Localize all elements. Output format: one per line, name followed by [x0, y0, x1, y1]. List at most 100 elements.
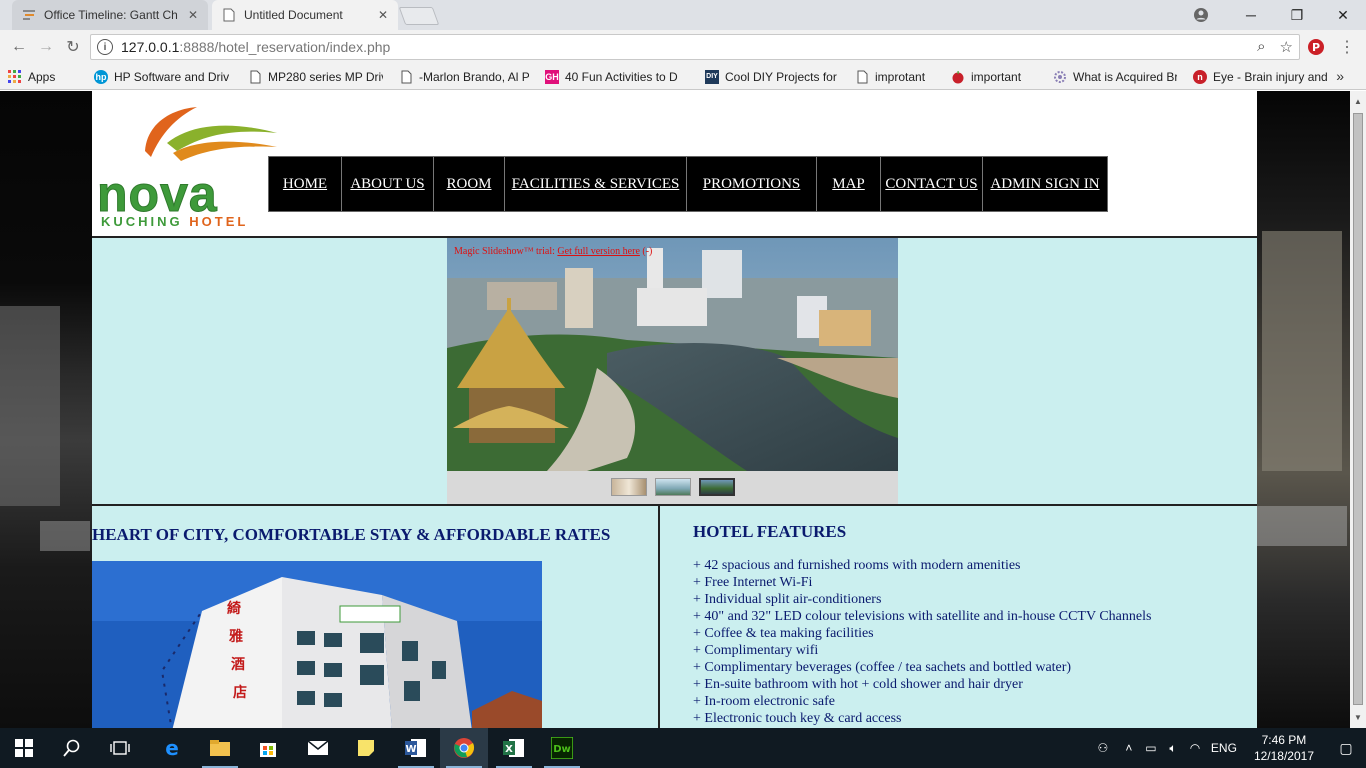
page-scrollbar[interactable]: ▲ ▼ [1350, 91, 1366, 728]
feature-item: + Free Internet Wi-Fi [693, 575, 813, 590]
bookmark-label: important [971, 69, 1022, 84]
nav-promotions[interactable]: PROMOTIONS [687, 157, 817, 211]
url-host: 127.0.0.1 [121, 39, 180, 55]
logo-sub-left: KUCHING [101, 214, 190, 229]
taskbar-clock[interactable]: 7:46 PM 12/18/2017 [1242, 732, 1326, 764]
sticky-notes-icon[interactable] [342, 728, 390, 768]
file-explorer-icon[interactable] [196, 728, 244, 768]
bookmark-label: -Marlon Brando, Al Pa [419, 69, 529, 84]
start-button-icon[interactable] [0, 728, 48, 768]
bookmark-label: What is Acquired Brai [1073, 69, 1177, 84]
magic-slideshow[interactable]: Magic Slideshow™ trial: Get full version… [447, 238, 898, 504]
scroll-down-arrow-icon[interactable]: ▼ [1354, 713, 1362, 722]
bookmark-improtant[interactable]: improtant [855, 70, 935, 84]
slide-thumbnail-3[interactable] [698, 478, 735, 496]
new-tab-button[interactable] [398, 7, 440, 25]
nav-room[interactable]: ROOM [434, 157, 505, 211]
action-center-icon[interactable]: ▢ [1326, 740, 1366, 757]
site-info-icon[interactable]: i [97, 39, 113, 55]
bookmark-marlon-brando[interactable]: -Marlon Brando, Al Pa [399, 70, 529, 84]
store-icon[interactable] [244, 728, 292, 768]
bookmark-eye-brain-injury[interactable]: n Eye - Brain injury and [1193, 69, 1333, 84]
n-icon: n [1193, 69, 1207, 84]
chrome-icon[interactable] [440, 728, 488, 768]
nav-admin-sign-in[interactable]: ADMIN SIGN IN [983, 157, 1107, 211]
word-icon[interactable]: W [392, 728, 440, 768]
page-viewport: nova KUCHING HOTEL HOME ABOUT US ROOM FA… [0, 91, 1350, 728]
bookmark-40-fun-activities[interactable]: GH 40 Fun Activities to D [545, 69, 689, 84]
bookmark-cool-diy[interactable]: DIY Cool DIY Projects for [705, 69, 839, 84]
show-hidden-icons-icon[interactable]: ˄ [1118, 741, 1140, 755]
clock-date: 12/18/2017 [1253, 749, 1314, 763]
features-list: + 42 spacious and furnished rooms with m… [693, 557, 1151, 727]
search-icon[interactable] [48, 728, 96, 768]
scroll-up-arrow-icon[interactable]: ▲ [1354, 97, 1362, 106]
bookmark-important[interactable]: important [951, 70, 1037, 84]
more-bookmarks-icon[interactable]: » [1336, 68, 1344, 84]
svg-text:綺: 綺 [227, 600, 241, 617]
office-timeline-icon [22, 8, 36, 22]
page-icon [248, 70, 262, 84]
address-bar[interactable]: i 127.0.0.1:8888/hotel_reservation/index… [90, 34, 1300, 60]
feature-item: + Coffee & tea making facilities [693, 626, 874, 641]
logo-leaf-icon [145, 107, 277, 161]
slide-thumbnail-2[interactable] [654, 478, 691, 496]
restore-icon[interactable]: ❐ [1274, 0, 1320, 30]
bookmark-hp[interactable]: hp HP Software and Driv [94, 69, 232, 84]
bookmark-apps[interactable]: Apps [8, 69, 78, 84]
svg-text:雅: 雅 [229, 628, 243, 645]
minimize-icon[interactable]: ─ [1228, 0, 1274, 30]
gear-icon [1053, 70, 1067, 84]
nav-about-us[interactable]: ABOUT US [342, 157, 434, 211]
nav-map[interactable]: MAP [817, 157, 881, 211]
main-nav: HOME ABOUT US ROOM FACILITIES & SERVICES… [268, 156, 1108, 212]
nav-contact-us[interactable]: CONTACT US [881, 157, 983, 211]
close-window-icon[interactable]: ✕ [1320, 0, 1366, 30]
chrome-menu-icon[interactable]: ⋮ [1338, 38, 1356, 56]
nav-facilities-services[interactable]: FACILITIES & SERVICES [505, 157, 687, 211]
bookmark-label: improtant [875, 69, 926, 84]
zoom-icon[interactable]: ⌕ [1257, 38, 1265, 56]
slide-image-kuching-river[interactable] [447, 238, 898, 471]
back-icon[interactable]: ← [10, 38, 28, 56]
profile-icon[interactable] [1192, 6, 1210, 24]
close-tab-icon[interactable]: ✕ [188, 8, 198, 22]
slide-thumbnail-1[interactable] [610, 478, 647, 496]
svg-text:酒: 酒 [231, 657, 245, 673]
wifi-icon[interactable]: ◠ [1184, 741, 1206, 755]
nav-home[interactable]: HOME [269, 157, 342, 211]
browser-tab-office-timeline[interactable]: Office Timeline: Gantt Ch ✕ [12, 0, 208, 30]
logo-wordmark: nova [97, 166, 218, 222]
scrollbar-thumb[interactable] [1353, 113, 1363, 705]
bookmark-star-icon[interactable]: ☆ [1280, 38, 1293, 56]
tab-title: Office Timeline: Gantt Ch [44, 8, 178, 22]
pinterest-extension-icon[interactable]: P [1307, 38, 1325, 56]
features-column: HOTEL FEATURES + 42 spacious and furnish… [662, 506, 1257, 728]
feature-item: + 42 spacious and furnished rooms with m… [693, 558, 1021, 573]
close-tab-icon[interactable]: ✕ [378, 8, 388, 22]
content-section: HEART OF CITY, COMFORTABLE STAY & AFFORD… [92, 506, 1257, 728]
system-tray: ⚇ ˄ ▭ 🔈︎ ◠ ENG 7:46 PM 12/18/2017 ▢ [1088, 728, 1366, 768]
forward-icon[interactable]: → [37, 38, 55, 56]
tab-title: Untitled Document [244, 8, 343, 22]
people-icon[interactable]: ⚇ [1088, 741, 1118, 755]
feature-item: + Complimentary beverages (coffee / tea … [693, 660, 1072, 675]
svg-text:店: 店 [233, 684, 247, 701]
excel-icon[interactable]: X [490, 728, 538, 768]
battery-icon[interactable]: ▭ [1140, 741, 1162, 755]
volume-icon[interactable]: 🔈︎ [1162, 741, 1184, 756]
dreamweaver-icon[interactable]: Dw [538, 728, 586, 768]
browser-tab-strip: Office Timeline: Gantt Ch ✕ Untitled Doc… [0, 0, 1366, 30]
nova-hotel-logo[interactable]: nova KUCHING HOTEL [97, 103, 277, 228]
task-view-icon[interactable] [96, 728, 144, 768]
reload-icon[interactable]: ↻ [64, 38, 82, 56]
bookmark-acquired-brain[interactable]: What is Acquired Brai [1053, 70, 1177, 84]
bookmark-mp280[interactable]: MP280 series MP Driv [248, 70, 383, 84]
hotel-building-photo: 綺雅酒店 [92, 561, 542, 728]
logo-subtitle: KUCHING HOTEL [101, 215, 248, 228]
mail-icon[interactable] [294, 728, 342, 768]
input-language[interactable]: ENG [1206, 741, 1242, 755]
edge-browser-icon[interactable]: e [148, 728, 196, 768]
browser-tab-untitled[interactable]: Untitled Document ✕ [212, 0, 398, 30]
get-full-version-link[interactable]: Get full version here [557, 246, 639, 257]
